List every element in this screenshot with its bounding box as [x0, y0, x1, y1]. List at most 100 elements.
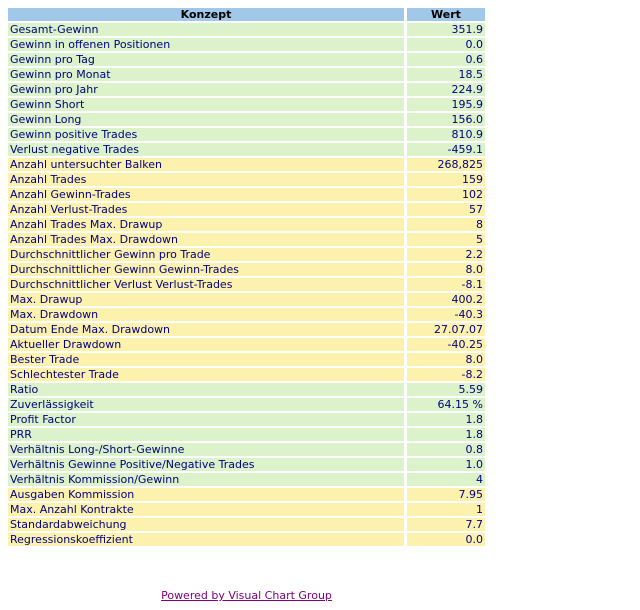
table-row: Schlechtester Trade -8.2 — [8, 368, 485, 381]
value-cell: 102 — [407, 188, 485, 201]
concept-cell: Aktueller Drawdown — [8, 338, 404, 351]
value-cell: 8 — [407, 218, 485, 231]
concept-cell: PRR — [8, 428, 404, 441]
table-row: Max. Drawup 400.2 — [8, 293, 485, 306]
concept-cell: Zuverlässigkeit — [8, 398, 404, 411]
concept-cell: Standardabweichung — [8, 518, 404, 531]
concept-cell: Anzahl Trades — [8, 173, 404, 186]
header-row: Konzept Wert — [8, 8, 485, 21]
value-cell: -8.1 — [407, 278, 485, 291]
value-cell: 810.9 — [407, 128, 485, 141]
table-row: Profit Factor 1.8 — [8, 413, 485, 426]
value-cell: 2.2 — [407, 248, 485, 261]
concept-cell: Gewinn pro Monat — [8, 68, 404, 81]
table-row: Standardabweichung 7.7 — [8, 518, 485, 531]
table-row: Durchschnittlicher Verlust Verlust-Trade… — [8, 278, 485, 291]
table-row: Aktueller Drawdown -40.25 — [8, 338, 485, 351]
value-cell: 156.0 — [407, 113, 485, 126]
concept-cell: Durchschnittlicher Gewinn pro Trade — [8, 248, 404, 261]
table-row: Bester Trade 8.0 — [8, 353, 485, 366]
value-cell: -459.1 — [407, 143, 485, 156]
value-cell: 0.0 — [407, 38, 485, 51]
table-row: Anzahl Verlust-Trades 57 — [8, 203, 485, 216]
value-cell: 400.2 — [407, 293, 485, 306]
table-row: Durchschnittlicher Gewinn pro Trade 2.2 — [8, 248, 485, 261]
concept-cell: Gesamt-Gewinn — [8, 23, 404, 36]
value-cell: 0.0 — [407, 533, 485, 546]
value-cell: 18.5 — [407, 68, 485, 81]
value-cell: 4 — [407, 473, 485, 486]
table-row: Anzahl untersuchter Balken 268,825 — [8, 158, 485, 171]
concept-cell: Gewinn Short — [8, 98, 404, 111]
concept-cell: Gewinn in offenen Positionen — [8, 38, 404, 51]
concept-cell: Ratio — [8, 383, 404, 396]
value-cell: 5.59 — [407, 383, 485, 396]
value-cell: 224.9 — [407, 83, 485, 96]
table-row: Gewinn pro Monat 18.5 — [8, 68, 485, 81]
table-row: Max. Drawdown -40.3 — [8, 308, 485, 321]
concept-cell: Max. Drawdown — [8, 308, 404, 321]
concept-cell: Anzahl Verlust-Trades — [8, 203, 404, 216]
table-row: Ratio 5.59 — [8, 383, 485, 396]
table-row: Verhältnis Long-/Short-Gewinne 0.8 — [8, 443, 485, 456]
value-cell: 159 — [407, 173, 485, 186]
value-cell: 1.0 — [407, 458, 485, 471]
concept-cell: Anzahl Gewinn-Trades — [8, 188, 404, 201]
table-row: Zuverlässigkeit 64.15 % — [8, 398, 485, 411]
report-page: Konzept Wert Gesamt-Gewinn 351.9 Gewinn i… — [0, 0, 640, 610]
footer: Powered by Visual Chart Group — [5, 589, 488, 602]
concept-cell: Datum Ende Max. Drawdown — [8, 323, 404, 336]
value-cell: 0.6 — [407, 53, 485, 66]
value-cell: 1.8 — [407, 428, 485, 441]
concept-cell: Gewinn pro Tag — [8, 53, 404, 66]
table-row: Max. Anzahl Kontrakte 1 — [8, 503, 485, 516]
concept-cell: Verhältnis Long-/Short-Gewinne — [8, 443, 404, 456]
concept-cell: Gewinn positive Trades — [8, 128, 404, 141]
table-row: Ausgaben Kommission 7.95 — [8, 488, 485, 501]
table-row: Gesamt-Gewinn 351.9 — [8, 23, 485, 36]
table-row: Gewinn pro Tag 0.6 — [8, 53, 485, 66]
table-row: Datum Ende Max. Drawdown 27.07.07 — [8, 323, 485, 336]
value-cell: 268,825 — [407, 158, 485, 171]
concept-cell: Durchschnittlicher Verlust Verlust-Trade… — [8, 278, 404, 291]
table-row: Anzahl Trades 159 — [8, 173, 485, 186]
table-row: Verlust negative Trades -459.1 — [8, 143, 485, 156]
value-cell: -40.25 — [407, 338, 485, 351]
value-cell: 0.8 — [407, 443, 485, 456]
statistics-table: Konzept Wert Gesamt-Gewinn 351.9 Gewinn i… — [5, 6, 488, 548]
concept-cell: Verhältnis Kommission/Gewinn — [8, 473, 404, 486]
value-cell: 1.8 — [407, 413, 485, 426]
concept-cell: Regressionskoeffizient — [8, 533, 404, 546]
value-cell: 57 — [407, 203, 485, 216]
concept-cell: Max. Drawup — [8, 293, 404, 306]
column-header-wert: Wert — [407, 8, 485, 21]
value-cell: 7.95 — [407, 488, 485, 501]
value-cell: 1 — [407, 503, 485, 516]
table-row: Gewinn Short 195.9 — [8, 98, 485, 111]
table-row: Regressionskoeffizient 0.0 — [8, 533, 485, 546]
concept-cell: Ausgaben Kommission — [8, 488, 404, 501]
table-row: Gewinn pro Jahr 224.9 — [8, 83, 485, 96]
table-row: Gewinn positive Trades 810.9 — [8, 128, 485, 141]
value-cell: 8.0 — [407, 353, 485, 366]
table-row: Gewinn Long 156.0 — [8, 113, 485, 126]
value-cell: 64.15 % — [407, 398, 485, 411]
table-row: PRR 1.8 — [8, 428, 485, 441]
column-header-konzept: Konzept — [8, 8, 404, 21]
concept-cell: Anzahl untersuchter Balken — [8, 158, 404, 171]
concept-cell: Durchschnittlicher Gewinn Gewinn-Trades — [8, 263, 404, 276]
table-row: Verhältnis Gewinne Positive/Negative Tra… — [8, 458, 485, 471]
concept-cell: Max. Anzahl Kontrakte — [8, 503, 404, 516]
powered-by-link[interactable]: Powered by Visual Chart Group — [161, 589, 332, 602]
value-cell: 7.7 — [407, 518, 485, 531]
concept-cell: Verlust negative Trades — [8, 143, 404, 156]
value-cell: -8.2 — [407, 368, 485, 381]
concept-cell: Anzahl Trades Max. Drawup — [8, 218, 404, 231]
table-row: Gewinn in offenen Positionen 0.0 — [8, 38, 485, 51]
concept-cell: Bester Trade — [8, 353, 404, 366]
value-cell: 5 — [407, 233, 485, 246]
value-cell: 27.07.07 — [407, 323, 485, 336]
table-row: Anzahl Trades Max. Drawup 8 — [8, 218, 485, 231]
table-row: Anzahl Trades Max. Drawdown 5 — [8, 233, 485, 246]
table-row: Verhältnis Kommission/Gewinn 4 — [8, 473, 485, 486]
